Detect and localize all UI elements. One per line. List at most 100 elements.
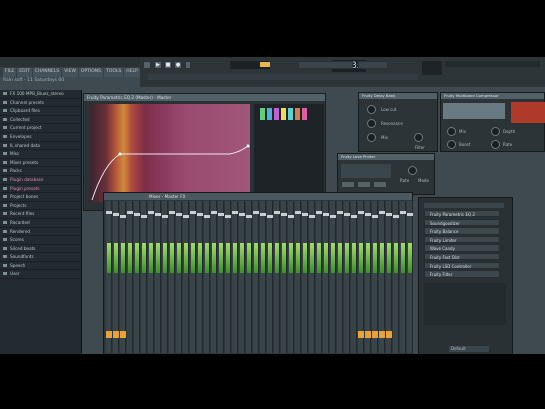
snap-selector[interactable]	[298, 61, 353, 69]
fx-slot[interactable]: Fruity Fast Dist	[424, 253, 500, 261]
philter-button-1[interactable]	[341, 181, 355, 188]
mixer-track[interactable]	[372, 201, 378, 353]
browser-item[interactable]: Rendered	[0, 228, 81, 237]
play-button[interactable]: ▶	[154, 61, 162, 69]
philter-rate-knob[interactable]	[408, 166, 417, 175]
multiband-graph[interactable]	[511, 102, 545, 123]
mixer-track[interactable]	[344, 201, 350, 353]
eq-window-title[interactable]: Fruity Parametric EQ 2 (Master) - Master	[84, 94, 325, 101]
track-fader[interactable]	[169, 211, 175, 214]
mb-mix-knob[interactable]	[447, 127, 456, 136]
mixer-track[interactable]	[127, 201, 133, 353]
browser-item[interactable]: IL shared data	[0, 142, 81, 151]
band-7-button[interactable]	[302, 108, 307, 120]
mixer-track[interactable]	[134, 201, 140, 353]
band-1-button[interactable]	[260, 108, 265, 120]
pattern-mode-button[interactable]	[143, 61, 151, 69]
track-fader[interactable]	[246, 215, 252, 218]
band-4-button[interactable]	[281, 108, 286, 120]
track-fader[interactable]	[365, 213, 371, 216]
fx-bottom-selector[interactable]: Default	[449, 346, 489, 352]
mixer-track[interactable]	[225, 201, 231, 353]
mixer-track[interactable]	[302, 201, 308, 353]
browser-item[interactable]: Projects	[0, 202, 81, 211]
mixer-track[interactable]	[204, 201, 210, 353]
fx-slot[interactable]: Fruity Filter	[424, 270, 500, 278]
mixer-track[interactable]	[253, 201, 259, 353]
track-fader[interactable]	[134, 213, 140, 216]
track-fader[interactable]	[267, 215, 273, 218]
browser-item[interactable]: Recorded	[0, 219, 81, 228]
mixer-track[interactable]	[337, 201, 343, 353]
mixer-track[interactable]	[239, 201, 245, 353]
mix-knob[interactable]	[367, 133, 376, 142]
mixer-track[interactable]	[379, 201, 385, 353]
mixer-track[interactable]	[288, 201, 294, 353]
browser-item[interactable]: Plugin database	[0, 176, 81, 185]
mixer-track[interactable]	[407, 201, 413, 353]
low-cut-knob[interactable]	[367, 105, 376, 114]
mixer-track[interactable]	[120, 201, 126, 353]
mixer-track[interactable]	[295, 201, 301, 353]
mixer-track[interactable]	[141, 201, 147, 353]
fx-slot[interactable]: Fruity Parametric EQ 2	[424, 210, 500, 218]
philter-button-3[interactable]	[373, 181, 387, 188]
track-fader[interactable]	[253, 211, 259, 214]
track-fader[interactable]	[288, 215, 294, 218]
track-fader[interactable]	[351, 215, 357, 218]
mixer-track[interactable]	[330, 201, 336, 353]
browser-item[interactable]: Misc	[0, 150, 81, 159]
browser-item[interactable]: Recent files	[0, 210, 81, 219]
browser-item[interactable]: Channel presets	[0, 99, 81, 108]
resonance-knob[interactable]	[367, 119, 376, 128]
fx-slot[interactable]: Fruity Balance	[424, 227, 500, 235]
track-fader[interactable]	[176, 213, 182, 216]
philter-button-2[interactable]	[357, 181, 371, 188]
menu-item[interactable]: VIEW	[62, 68, 78, 77]
browser-item[interactable]: Collected	[0, 116, 81, 125]
browser-item[interactable]: Project bones	[0, 193, 81, 202]
track-fader[interactable]	[225, 215, 231, 218]
track-fader[interactable]	[372, 215, 378, 218]
mixer-track[interactable]	[274, 201, 280, 353]
track-fader[interactable]	[211, 211, 217, 214]
mixer-track[interactable]	[183, 201, 189, 353]
browser-item[interactable]: Speech	[0, 262, 81, 271]
track-fader[interactable]	[358, 211, 364, 214]
mixer-track[interactable]	[351, 201, 357, 353]
browser-item[interactable]: FX 100 MPB_Bluez_stereo	[0, 90, 81, 99]
browser-item[interactable]: Sliced beats	[0, 245, 81, 254]
track-fader[interactable]	[127, 211, 133, 214]
browser-item[interactable]: Soundfonts	[0, 253, 81, 262]
track-fader[interactable]	[379, 211, 385, 214]
mb-depth-knob[interactable]	[491, 127, 500, 136]
mixer-track[interactable]	[365, 201, 371, 353]
browser-item[interactable]: Mixer presets	[0, 159, 81, 168]
browser-item[interactable]: Packs	[0, 167, 81, 176]
browser-item[interactable]: Plugin presets	[0, 185, 81, 194]
mixer-track[interactable]	[106, 201, 112, 353]
browser-item[interactable]: Clipboard files	[0, 107, 81, 116]
track-fader[interactable]	[400, 211, 406, 214]
mixer-track[interactable]	[358, 201, 364, 353]
menu-item[interactable]: CHANNELS	[32, 68, 62, 77]
eq-spectrum[interactable]	[90, 104, 250, 202]
mixer-title[interactable]: Mixer - Master FX	[104, 193, 412, 200]
mixer-track[interactable]	[155, 201, 161, 353]
track-fader[interactable]	[218, 213, 224, 216]
mixer-track[interactable]	[386, 201, 392, 353]
mixer-track[interactable]	[197, 201, 203, 353]
track-fader[interactable]	[239, 213, 245, 216]
track-fader[interactable]	[407, 213, 413, 216]
mixer-track[interactable]	[260, 201, 266, 353]
track-fader[interactable]	[323, 213, 329, 216]
mixer-track[interactable]	[211, 201, 217, 353]
fx-slot[interactable]: Soundgoodizer	[424, 218, 500, 226]
menu-item[interactable]: EDIT	[17, 68, 32, 77]
track-fader[interactable]	[295, 211, 301, 214]
track-fader[interactable]	[344, 213, 350, 216]
menu-item[interactable]: HELP	[124, 68, 140, 77]
filter-knob[interactable]	[414, 133, 423, 142]
mixer-track[interactable]	[316, 201, 322, 353]
mixer-track[interactable]	[218, 201, 224, 353]
